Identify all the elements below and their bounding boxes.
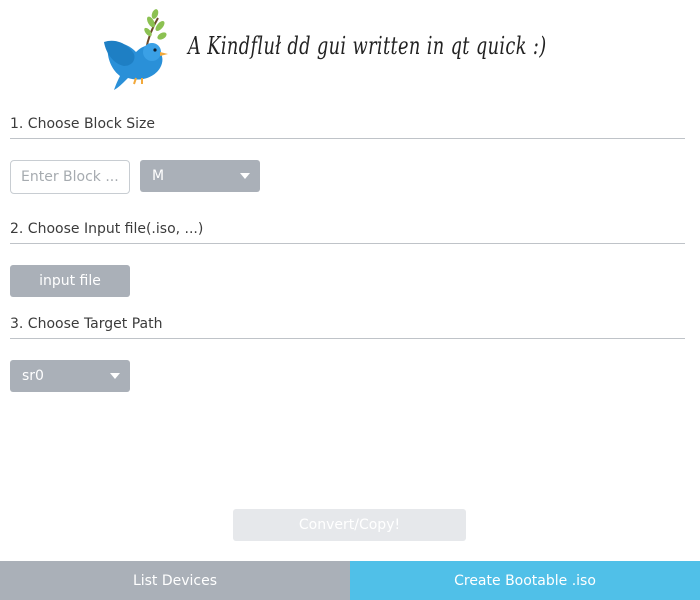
divider (10, 243, 685, 244)
block-size-input[interactable] (10, 160, 130, 194)
section-block-size-label: 1. Choose Block Size (10, 116, 155, 132)
section-input-file-label: 2. Choose Input file(.iso, ...) (10, 221, 204, 237)
divider (10, 138, 685, 139)
convert-copy-button[interactable]: Convert/Copy! (233, 509, 466, 541)
divider (10, 338, 685, 339)
bottom-bar: List Devices Create Bootable .iso (0, 561, 700, 600)
target-device-dropdown[interactable]: sr0 (10, 360, 130, 392)
section-target-path-label: 3. Choose Target Path (10, 316, 163, 332)
target-device-selected: sr0 (22, 368, 44, 384)
app-title: A Kindfluł dd gui written in qt quick :) (188, 32, 547, 60)
dove-logo-icon (104, 9, 168, 90)
chevron-down-icon (110, 373, 120, 379)
list-devices-button[interactable]: List Devices (0, 561, 350, 600)
block-unit-dropdown[interactable]: M (140, 160, 260, 192)
block-unit-selected: M (152, 168, 165, 184)
create-bootable-iso-button[interactable]: Create Bootable .iso (350, 561, 700, 600)
input-file-button[interactable]: input file (10, 265, 130, 297)
chevron-down-icon (240, 173, 250, 179)
header: A Kindfluł dd gui written in qt quick :) (0, 0, 700, 100)
